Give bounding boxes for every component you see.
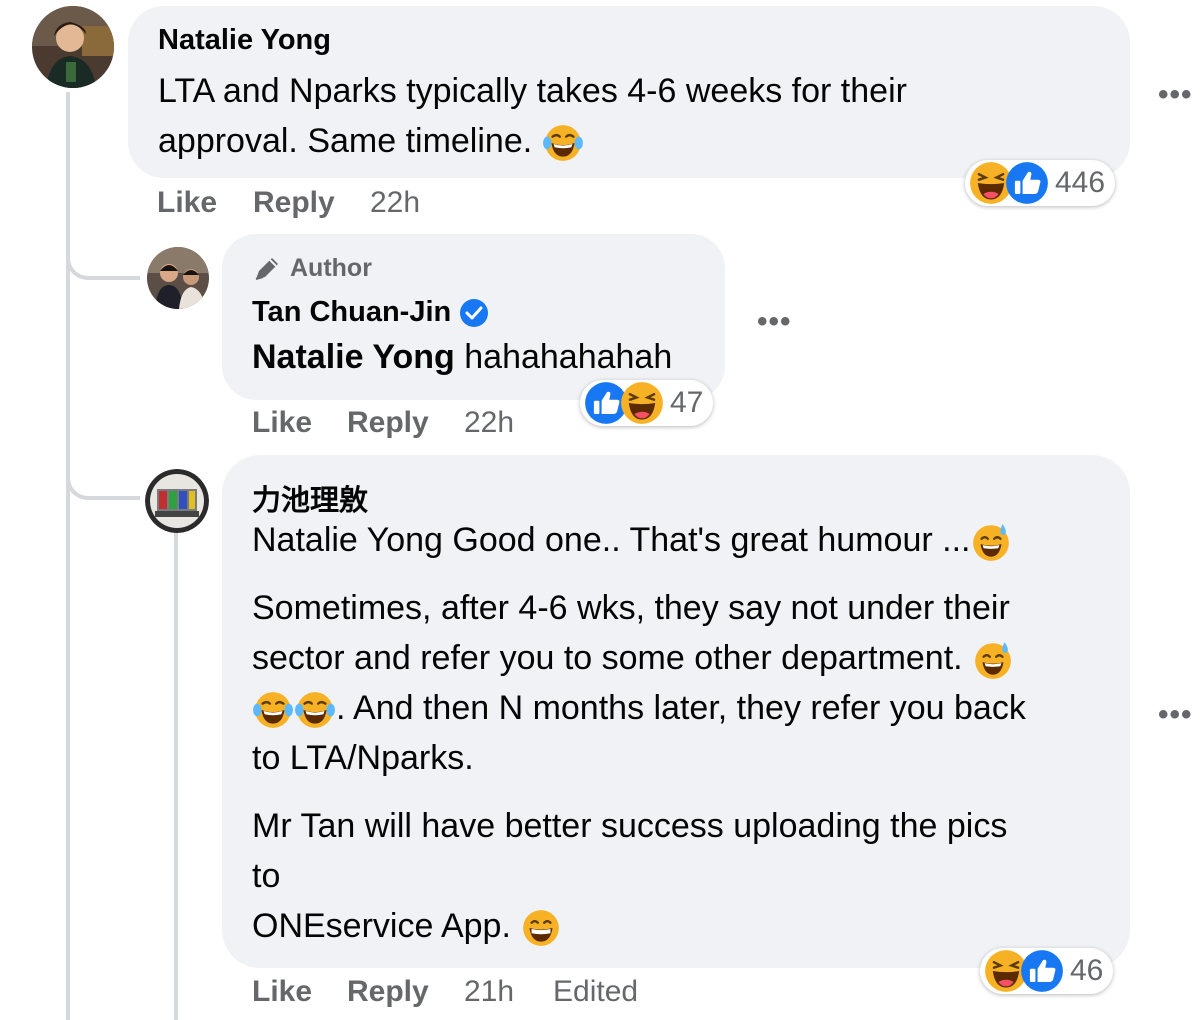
comment-author-name[interactable]: 力池理敫 [252, 477, 368, 519]
timestamp[interactable]: 21h [464, 975, 514, 1009]
haha-emoji-icon [620, 381, 664, 425]
cry-laugh-emoji-icon [252, 689, 294, 731]
thread-branch-2 [66, 440, 140, 500]
edited-label[interactable]: Edited [553, 975, 638, 1009]
author-badge-label: Author [290, 254, 372, 282]
reaction-count: 46 [1070, 954, 1104, 987]
pen-icon [255, 257, 278, 280]
reaction-summary[interactable]: 46 [980, 948, 1114, 994]
comment-text-line: to LTA/Nparks. [252, 739, 474, 777]
like-button[interactable]: Like [252, 975, 312, 1009]
author-badge: Author [252, 254, 372, 283]
comment-bubble: 力池理敫 Natalie Yong Good one.. That's grea… [222, 455, 1130, 968]
comment-text: Natalie Yong hahahahahah [252, 338, 672, 377]
more-options-button[interactable]: ••• [1158, 698, 1193, 732]
comment-text-body: hahahahahah [464, 338, 673, 376]
reply-button[interactable]: Reply [347, 975, 429, 1009]
mention-link[interactable]: Natalie Yong [252, 338, 455, 376]
comment-text-line: . And then N months later, they refer yo… [252, 683, 1026, 733]
timestamp[interactable]: 22h [370, 186, 420, 220]
comment-bubble: Natalie Yong LTA and Nparks typically ta… [128, 6, 1130, 178]
author-name-text: Tan Chuan-Jin [252, 296, 452, 328]
reply-button[interactable]: Reply [347, 406, 429, 440]
avatar[interactable] [32, 6, 114, 88]
like-button[interactable]: Like [252, 406, 312, 440]
comment-author-name[interactable]: Natalie Yong [158, 24, 331, 57]
reaction-summary[interactable]: 446 [965, 160, 1116, 206]
cry-laugh-emoji-icon [294, 689, 336, 731]
reaction-count: 446 [1055, 166, 1106, 199]
verified-badge-icon [460, 298, 489, 327]
thread-line-sub [174, 530, 178, 1020]
more-options-button[interactable]: ••• [1158, 78, 1193, 112]
comment-text: Natalie Yong Good one.. That's great hum… [252, 515, 1026, 951]
comment-text-line: sector and refer you to some other depar… [252, 633, 1026, 683]
like-thumb-icon [1005, 161, 1049, 205]
comment-text-line: LTA and Nparks typically takes 4-6 weeks… [158, 72, 907, 110]
sweat-smile-emoji-icon [972, 639, 1014, 681]
reaction-count: 47 [670, 386, 704, 419]
comment-text-line: to [252, 857, 281, 895]
like-button[interactable]: Like [157, 186, 217, 220]
grin-emoji-icon [520, 907, 562, 949]
avatar[interactable] [145, 469, 209, 533]
timestamp[interactable]: 22h [464, 406, 514, 440]
avatar[interactable] [147, 247, 209, 309]
comment-bubble: Author Tan Chuan-Jin Natalie Yong hahaha… [222, 234, 725, 400]
reaction-summary[interactable]: 47 [580, 380, 714, 426]
more-options-button[interactable]: ••• [757, 305, 792, 339]
cry-laugh-emoji-icon [542, 122, 584, 164]
comment-text: LTA and Nparks typically takes 4-6 weeks… [158, 66, 907, 166]
comment-text-line: approval. Same timeline. [158, 116, 907, 166]
thread-branch-1 [66, 220, 140, 280]
mention-link[interactable]: Natalie Yong [252, 521, 443, 559]
comment-text-line: ONEservice App. [252, 901, 1026, 951]
reply-button[interactable]: Reply [253, 186, 335, 220]
comment-text-line: Mr Tan will have better success uploadin… [252, 807, 1008, 845]
comment-author-name[interactable]: Tan Chuan-Jin [252, 296, 489, 329]
like-thumb-icon [1020, 949, 1064, 993]
comment-text-line: Natalie Yong Good one.. That's great hum… [252, 515, 1026, 565]
comment-text-line: Sometimes, after 4-6 wks, they say not u… [252, 589, 1010, 627]
sweat-smile-emoji-icon [970, 521, 1012, 563]
